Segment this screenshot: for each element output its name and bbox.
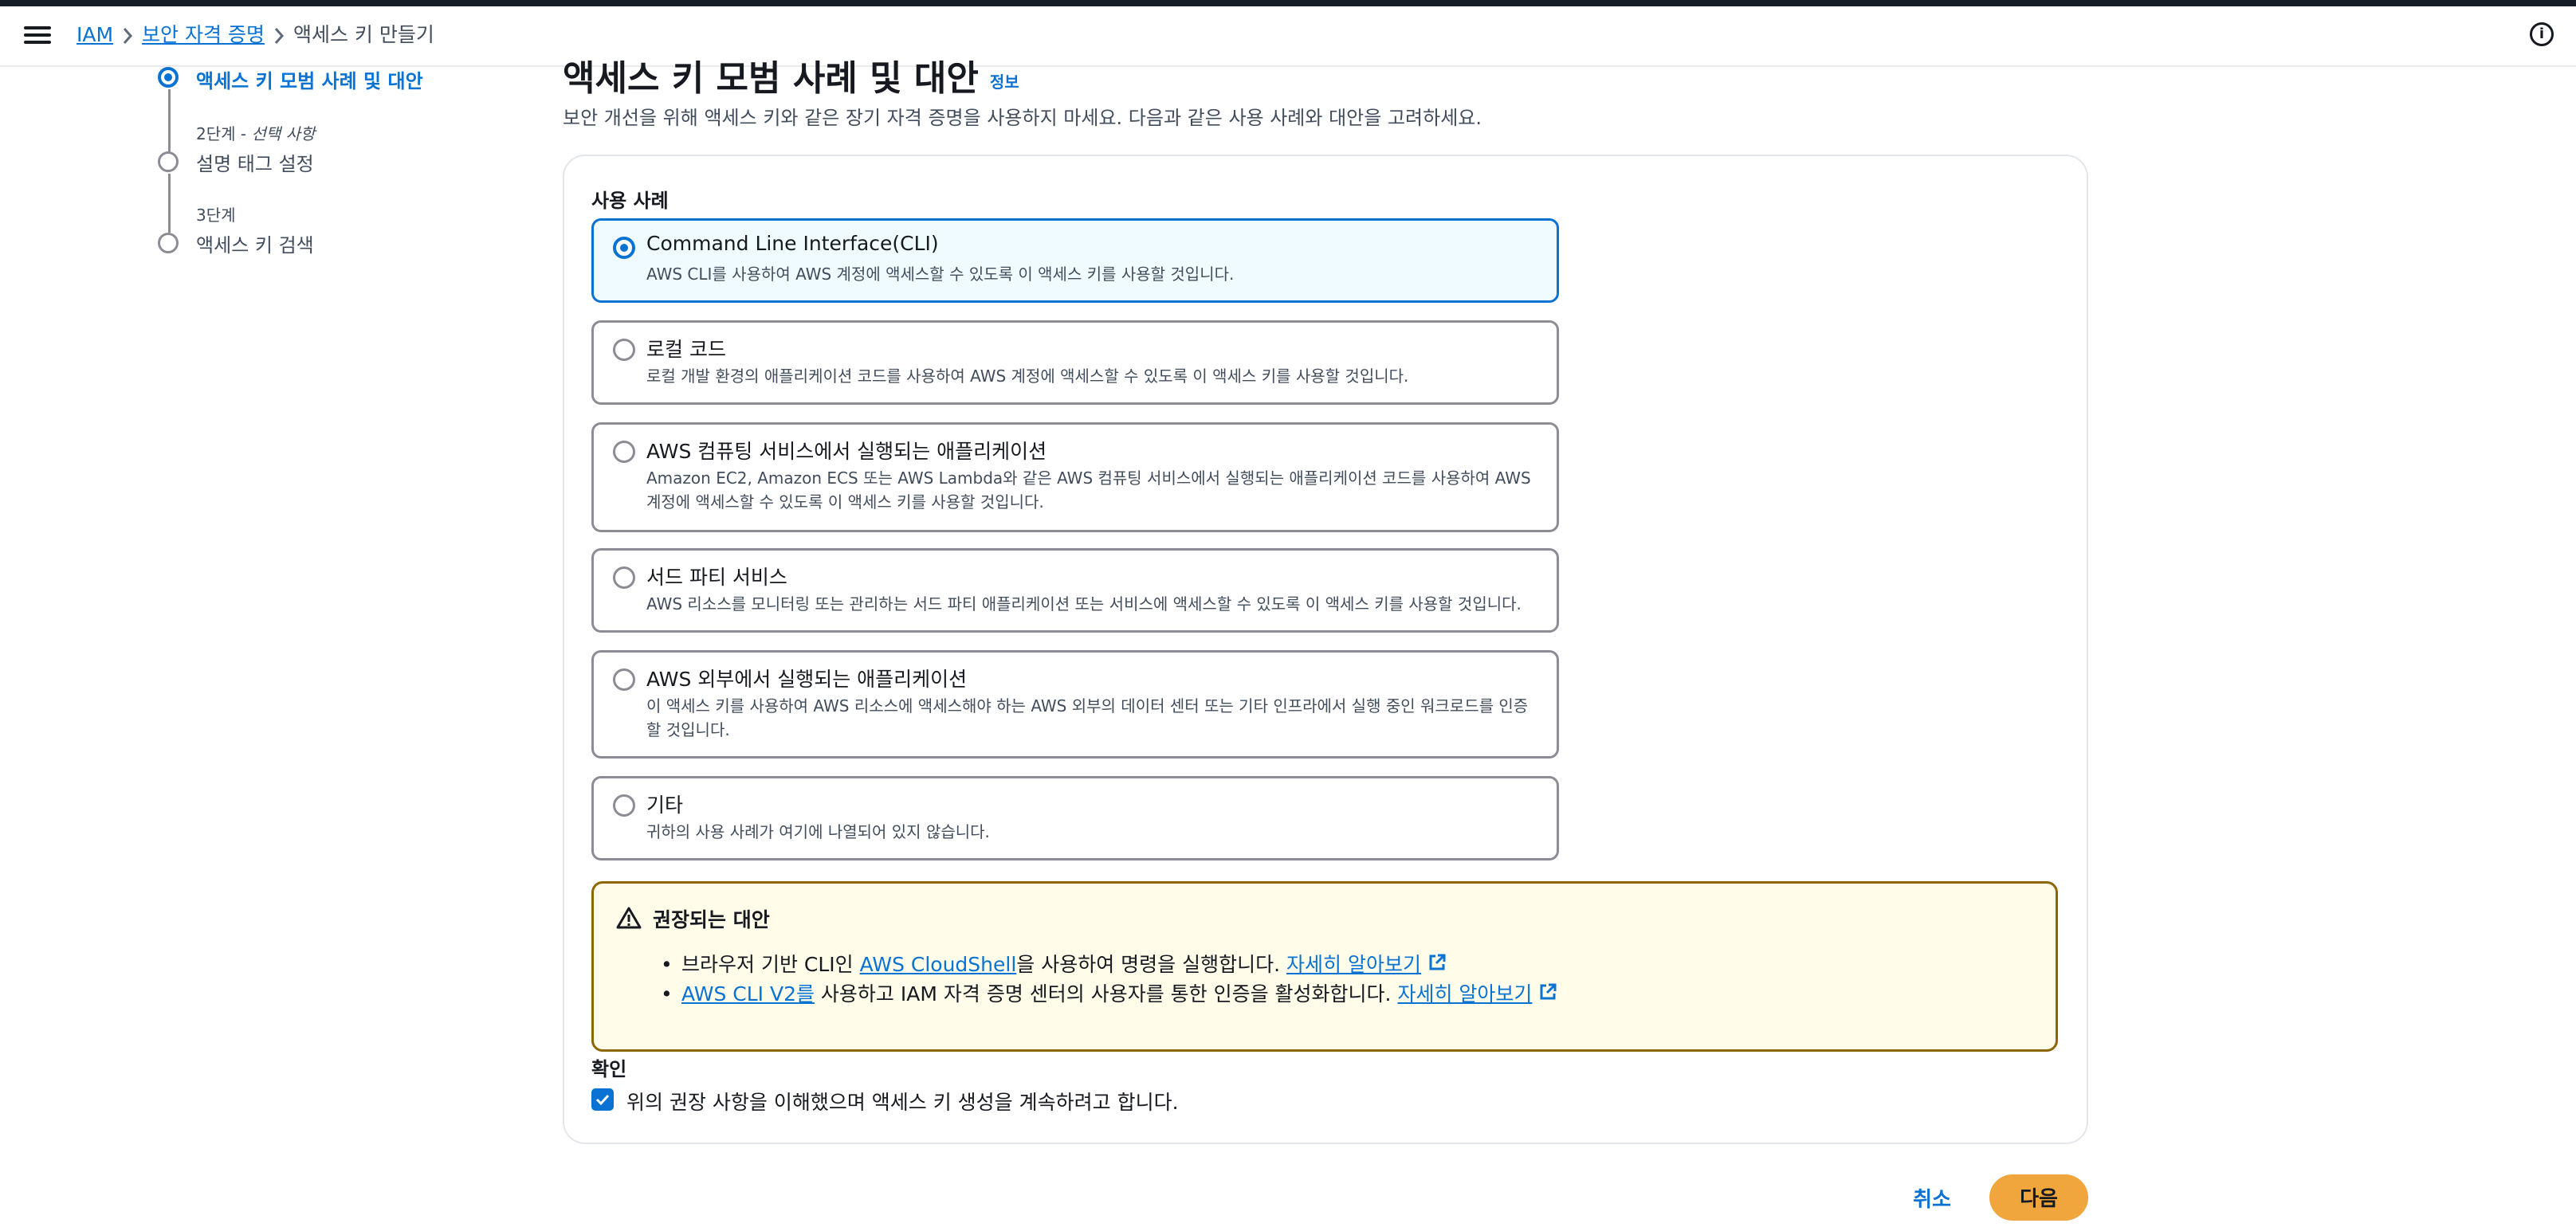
confirmation-text: 위의 권장 사항을 이해했으며 액세스 키 생성을 계속하려고 합니다. (626, 1091, 1179, 1114)
use-case-option-outside-aws[interactable]: AWS 외부에서 실행되는 애플리케이션 이 액세스 키를 사용하여 AWS 리… (591, 650, 1559, 759)
radio-button[interactable] (613, 237, 635, 259)
list-item: AWS CLI V2를 사용하고 IAM 자격 증명 센터의 사용자를 통한 인… (661, 980, 1557, 1009)
option-description: Amazon EC2, Amazon ECS 또는 AWS Lambda와 같은… (646, 468, 1531, 512)
info-icon[interactable]: i (2530, 22, 2554, 46)
use-case-option-third-party[interactable]: 서드 파티 서비스 AWS 리소스를 모니터링 또는 관리하는 서드 파티 애플… (591, 548, 1559, 633)
option-title: Command Line Interface(CLI) (646, 232, 939, 255)
option-title: AWS 외부에서 실행되는 애플리케이션 (646, 668, 968, 691)
breadcrumb-iam[interactable]: IAM (77, 21, 113, 49)
external-link-icon (1427, 951, 1447, 980)
confirmation-checkbox[interactable] (591, 1088, 614, 1111)
option-title: AWS 컴퓨팅 서비스에서 실행되는 애플리케이션 (646, 440, 1047, 463)
step-indicator (158, 151, 179, 172)
breadcrumb: IAM 보안 자격 증명 액세스 키 만들기 (77, 21, 434, 49)
breadcrumb-current: 액세스 키 만들기 (293, 23, 434, 46)
use-case-option-cli[interactable]: Command Line Interface(CLI) AWS CLI를 사용하… (591, 218, 1559, 303)
alert-title: 권장되는 대안 (653, 908, 770, 931)
step-indicator (158, 233, 179, 253)
use-case-option-local-code[interactable]: 로컬 코드 로컬 개발 환경의 애플리케이션 코드를 사용하여 AWS 계정에 … (591, 320, 1559, 405)
option-title: 서드 파티 서비스 (646, 566, 787, 589)
step-3-label: 3단계 (196, 206, 236, 225)
step-connector (168, 174, 171, 233)
radio-button[interactable] (613, 441, 635, 463)
confirmation-label: 확인 (591, 1058, 627, 1080)
radio-button[interactable] (613, 668, 635, 691)
page-description: 보안 개선을 위해 액세스 키와 같은 장기 자격 증명을 사용하지 마세요. … (563, 107, 1482, 129)
learn-more-link[interactable]: 자세히 알아보기 (1397, 982, 1532, 1006)
option-description: 이 액세스 키를 사용하여 AWS 리소스에 액세스해야 하는 AWS 외부의 … (646, 696, 1529, 739)
next-button[interactable]: 다음 (1989, 1174, 2088, 1221)
use-case-option-aws-compute[interactable]: AWS 컴퓨팅 서비스에서 실행되는 애플리케이션 Amazon EC2, Am… (591, 422, 1559, 532)
breadcrumb-security-credentials[interactable]: 보안 자격 증명 (142, 21, 265, 49)
recommended-alternatives-alert: 권장되는 대안 브라우저 기반 CLI인 AWS CloudShell을 사용하… (591, 881, 2058, 1052)
step-indicator-current (158, 67, 179, 88)
option-description: 귀하의 사용 사례가 여기에 나열되어 있지 않습니다. (646, 822, 990, 841)
checkmark-icon (595, 1094, 610, 1106)
aws-cli-v2-link[interactable]: AWS CLI V2를 (681, 982, 815, 1006)
option-description: AWS CLI를 사용하여 AWS 계정에 액세스할 수 있도록 이 액세스 키… (646, 265, 1235, 284)
radio-button[interactable] (613, 794, 635, 817)
step-1-title[interactable]: 액세스 키 모범 사례 및 대안 (196, 65, 423, 93)
chevron-right-icon (265, 21, 293, 49)
warning-icon (616, 906, 642, 933)
top-stripe (0, 0, 2576, 6)
menu-icon[interactable] (24, 22, 51, 48)
learn-more-link[interactable]: 자세히 알아보기 (1286, 953, 1421, 976)
use-case-label: 사용 사례 (591, 190, 669, 212)
chevron-right-icon (113, 21, 142, 49)
radio-button[interactable] (613, 566, 635, 589)
option-title: 기타 (646, 794, 684, 817)
use-case-option-other[interactable]: 기타 귀하의 사용 사례가 여기에 나열되어 있지 않습니다. (591, 776, 1559, 860)
external-link-icon (1538, 981, 1557, 1009)
step-3-title: 액세스 키 검색 (196, 234, 314, 257)
option-description: AWS 리소스를 모니터링 또는 관리하는 서드 파티 애플리케이션 또는 서비… (646, 594, 1522, 614)
info-link[interactable]: 정보 (990, 73, 1019, 92)
step-2-label: 2단계 - 선택 사항 (196, 124, 316, 143)
radio-button[interactable] (613, 339, 635, 361)
cloudshell-link[interactable]: AWS CloudShell (860, 953, 1017, 976)
page-title: 액세스 키 모범 사례 및 대안 정보 (563, 58, 1019, 99)
option-description: 로컬 개발 환경의 애플리케이션 코드를 사용하여 AWS 계정에 액세스할 수… (646, 367, 1409, 386)
option-title: 로컬 코드 (646, 338, 726, 361)
list-item: 브라우저 기반 CLI인 AWS CloudShell을 사용하여 명령을 실행… (661, 951, 1557, 980)
step-connector (168, 89, 171, 153)
cancel-button[interactable]: 취소 (1892, 1176, 1972, 1221)
top-navigation: IAM 보안 자격 증명 액세스 키 만들기 i (0, 6, 2576, 67)
alternatives-list: 브라우저 기반 CLI인 AWS CloudShell을 사용하여 명령을 실행… (661, 951, 1557, 1009)
step-2-title: 설명 태그 설정 (196, 153, 314, 175)
